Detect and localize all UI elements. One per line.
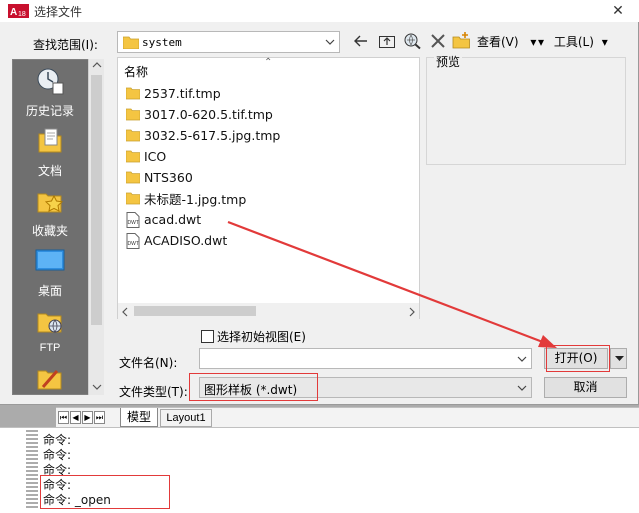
- tab-label: 模型: [126, 410, 151, 424]
- prev-tab-icon[interactable]: ◀: [70, 411, 81, 424]
- tab-nav-buttons: ⏮ ◀ ▶ ⏭: [58, 411, 105, 424]
- last-tab-icon[interactable]: ⏭: [94, 411, 105, 424]
- annotation-command-highlight: [40, 475, 170, 509]
- command-window[interactable]: 命令: 命令: 命令: 命令: 命令: _open: [0, 427, 639, 513]
- next-tab-icon[interactable]: ▶: [82, 411, 93, 424]
- tab-layout1[interactable]: Layout1: [160, 409, 212, 427]
- layout-tabstrip: ⏮ ◀ ▶ ⏭ 模型 Layout1: [56, 407, 639, 427]
- tab-model[interactable]: 模型: [120, 408, 158, 427]
- drawing-area-edge: [0, 407, 56, 427]
- tab-label: Layout1: [166, 412, 206, 424]
- command-window-grip[interactable]: [26, 430, 38, 510]
- first-tab-icon[interactable]: ⏮: [58, 411, 69, 424]
